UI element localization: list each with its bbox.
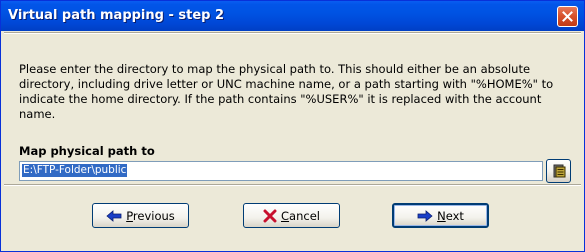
next-button[interactable]: Next [392, 203, 489, 228]
folder-browse-icon [553, 164, 565, 178]
top-divider [4, 32, 581, 34]
window-title: Virtual path mapping - step 2 [8, 8, 225, 23]
cancel-button[interactable]: Cancel [243, 203, 340, 228]
close-icon [562, 11, 573, 22]
dialog-body: Please enter the directory to map the ph… [4, 31, 581, 249]
bottom-divider [4, 184, 581, 186]
arrow-left-icon [106, 209, 122, 222]
physical-path-value: E:\FTP-Folder\public [22, 164, 128, 177]
x-icon [263, 209, 277, 223]
arrow-right-icon [417, 209, 433, 222]
instructions-text: Please enter the directory to map the ph… [19, 62, 554, 121]
dialog-window: Virtual path mapping - step 2 Please ent… [0, 0, 585, 252]
path-field-label: Map physical path to [19, 144, 155, 158]
close-button[interactable] [557, 6, 578, 27]
previous-button[interactable]: Previous [92, 203, 189, 228]
next-label: Next [437, 208, 464, 223]
browse-button[interactable] [546, 159, 571, 183]
title-bar[interactable]: Virtual path mapping - step 2 [1, 1, 584, 31]
cancel-label: Cancel [281, 208, 320, 223]
previous-label: Previous [126, 208, 175, 223]
physical-path-input[interactable]: E:\FTP-Folder\public [19, 161, 543, 181]
